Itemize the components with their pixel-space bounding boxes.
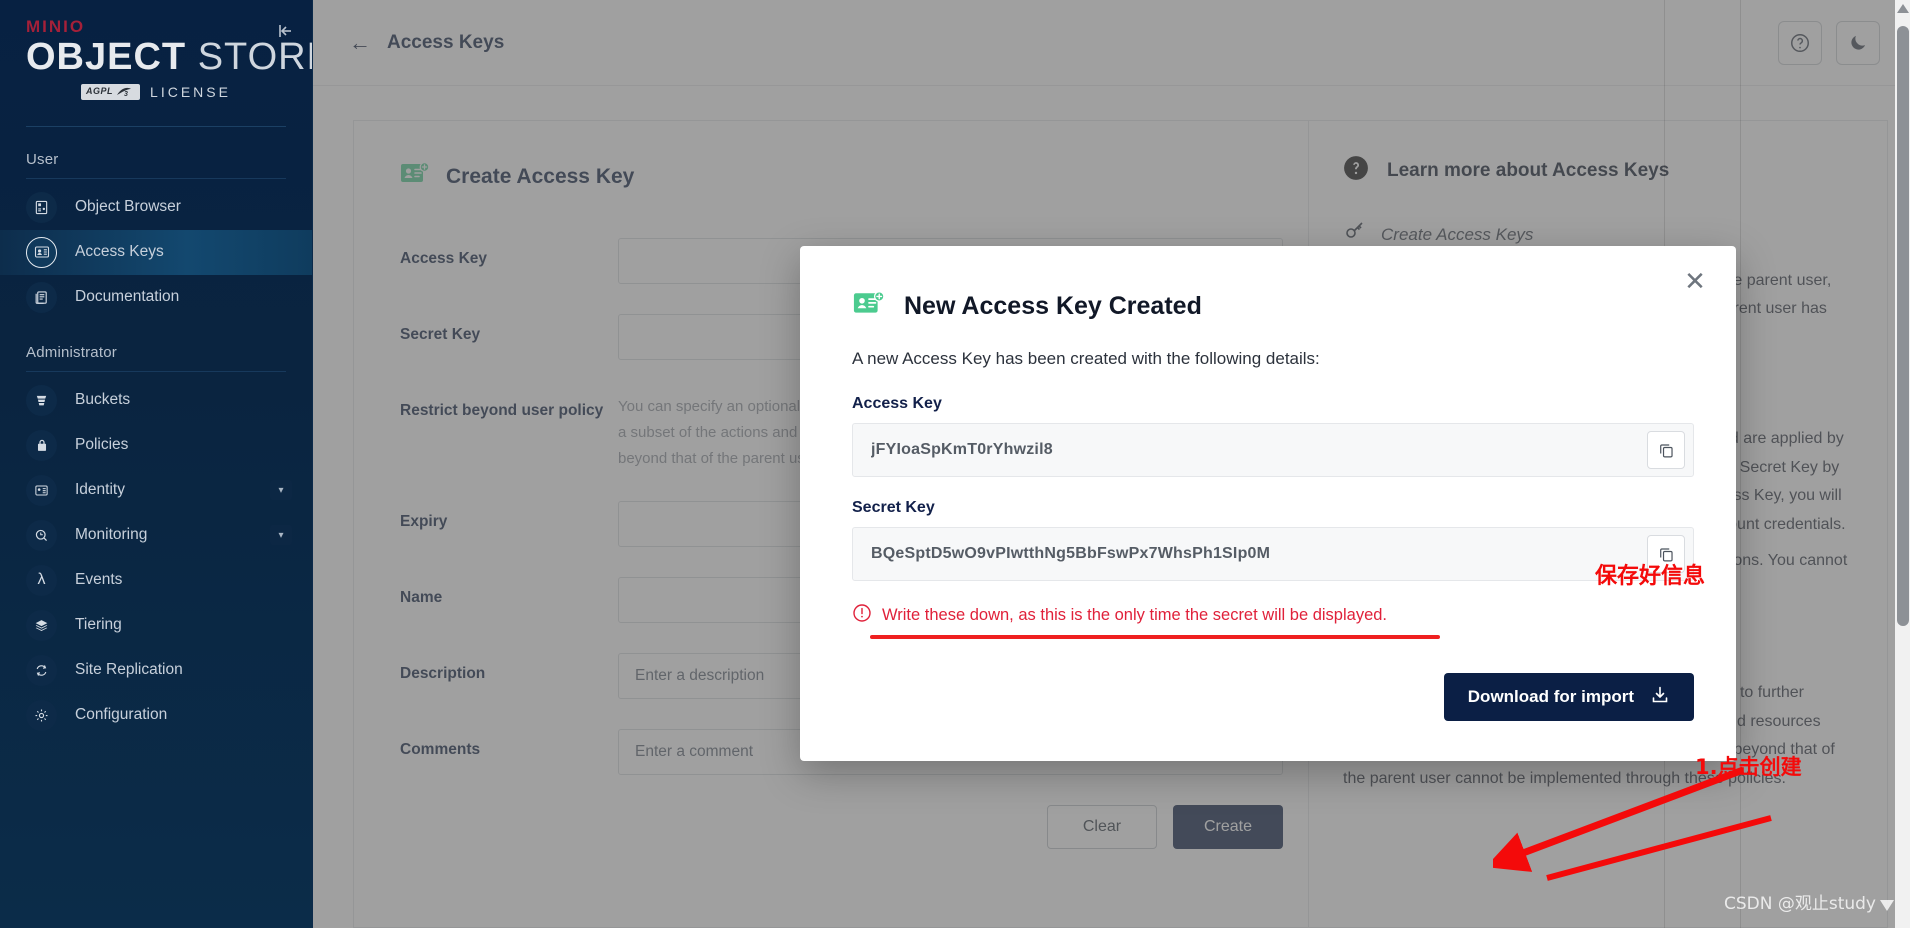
modal-title: New Access Key Created: [904, 292, 1202, 320]
sidebar-item-monitoring[interactable]: Monitoring ▾: [0, 513, 312, 558]
sidebar-item-buckets[interactable]: Buckets: [0, 378, 312, 423]
annotation-click-create: 1.点击创建: [1695, 755, 1802, 779]
identity-card-icon: [26, 474, 57, 506]
sidebar-item-identity[interactable]: Identity ▾: [0, 468, 312, 513]
lock-icon: [26, 429, 57, 461]
watermark: CSDN @观止study: [1724, 889, 1894, 914]
sidebar-item-tiering[interactable]: Tiering: [0, 603, 312, 648]
scrollbar-thumb[interactable]: [1897, 26, 1909, 626]
close-icon[interactable]: ✕: [1682, 268, 1708, 294]
monitoring-icon: [26, 519, 57, 551]
sidebar-section-rule: [26, 177, 286, 179]
chevron-down-icon[interactable]: ▾: [270, 525, 292, 546]
sidebar-item-label: Configuration: [75, 706, 168, 724]
replication-icon: [26, 654, 57, 686]
sidebar-item-label: Object Browser: [75, 198, 181, 216]
sidebar-item-policies[interactable]: Policies: [0, 423, 312, 468]
sidebar-item-label: Documentation: [75, 288, 180, 306]
watermark-triangle-icon: [1880, 900, 1894, 911]
modal-actions: Download for import: [852, 673, 1694, 721]
lambda-icon: λ: [26, 564, 57, 596]
alert-circle-icon: [852, 603, 872, 628]
watermark-text: CSDN @观止study: [1723, 894, 1876, 914]
license-row: AGPL 3 LICENSE: [26, 83, 286, 100]
layers-icon: [26, 609, 57, 641]
modal-access-key-label: Access Key: [852, 395, 942, 412]
chevron-down-icon[interactable]: ▾: [270, 480, 292, 501]
documentation-icon: [26, 281, 57, 313]
sidebar-item-label: Access Keys: [75, 243, 164, 261]
sidebar-item-label: Events: [75, 571, 123, 589]
sidebar-item-access-keys[interactable]: Access Keys: [0, 229, 312, 275]
brand-object-store-text: OBJECT STORE: [26, 35, 312, 78]
annotation-underline: [870, 635, 1440, 639]
sidebar-item-documentation[interactable]: Documentation: [0, 275, 312, 320]
sidebar-section-rule: [26, 370, 286, 372]
access-key-readonly-row: jFYIoaSpKmT0rYhwzil8: [852, 423, 1694, 477]
sidebar-item-object-browser[interactable]: Object Browser: [0, 185, 312, 230]
sidebar-item-configuration[interactable]: Configuration: [0, 693, 312, 738]
brand-block: MINIO OBJECT STORE AGPL 3 LICENSE: [0, 0, 312, 100]
access-key-value: jFYIoaSpKmT0rYhwzil8: [871, 441, 1053, 458]
minio-console-app: MINIO OBJECT STORE AGPL 3 LICENSE: [0, 0, 1910, 928]
brand-object-word: OBJECT: [26, 35, 187, 78]
modal-secret-key-label: Secret Key: [852, 499, 935, 516]
license-text: LICENSE: [150, 83, 231, 100]
modal-title-row: New Access Key Created: [852, 280, 1694, 323]
sidebar-section-administrator-title: Administrator: [26, 343, 117, 361]
download-icon: [1650, 685, 1670, 710]
sidebar-item-label: Identity: [75, 481, 125, 499]
object-browser-icon: [26, 191, 57, 223]
sidebar-item-label: Buckets: [75, 391, 131, 409]
sidebar-item-label: Site Replication: [75, 661, 183, 679]
warning-row: Write these down, as this is the only ti…: [852, 603, 1694, 628]
gear-icon: [26, 699, 57, 731]
page-scrollbar[interactable]: [1895, 0, 1910, 928]
copy-icon[interactable]: [1647, 431, 1685, 469]
sidebar-item-site-replication[interactable]: Site Replication: [0, 648, 312, 693]
sidebar: MINIO OBJECT STORE AGPL 3 LICENSE: [0, 0, 313, 928]
agpl-text: AGPL: [86, 85, 114, 96]
bucket-icon: [26, 384, 57, 416]
agpl-badge: AGPL 3: [81, 83, 141, 100]
sidebar-item-label: Monitoring: [75, 526, 148, 544]
download-for-import-button[interactable]: Download for import: [1443, 673, 1694, 721]
access-key-add-icon: [852, 290, 886, 323]
brand-minio-text: MINIO: [26, 17, 86, 36]
modal-description: A new Access Key has been created with t…: [852, 349, 1320, 368]
panel-rule-right: [1740, 0, 1741, 928]
annotation-save-info: 保存好信息: [1595, 564, 1706, 589]
main-area: ← Access Keys: [313, 0, 1910, 928]
svg-text:3: 3: [124, 91, 128, 98]
secret-key-value: BQeSptD5wO9vPIwtthNg5BbFswPx7WhsPh1SIp0M: [871, 545, 1271, 562]
sidebar-item-events[interactable]: λ Events: [0, 558, 312, 603]
secret-key-readonly-row: BQeSptD5wO9vPIwtthNg5BbFswPx7WhsPh1SIp0M: [852, 527, 1694, 581]
new-access-key-modal: ✕ New Access Key Created A new Access Ke…: [800, 246, 1736, 761]
download-button-label: Download for import: [1467, 687, 1634, 706]
sidebar-item-label: Policies: [75, 436, 129, 454]
access-keys-icon: [26, 236, 57, 268]
sidebar-item-label: Tiering: [75, 616, 122, 634]
sidebar-section-user-title: User: [26, 150, 59, 168]
scroll-up-arrow-icon[interactable]: [1897, 4, 1909, 13]
agpl-swoosh-icon: 3: [117, 87, 132, 98]
collapse-left-icon[interactable]: [274, 20, 296, 42]
warning-text: Write these down, as this is the only ti…: [882, 606, 1388, 624]
